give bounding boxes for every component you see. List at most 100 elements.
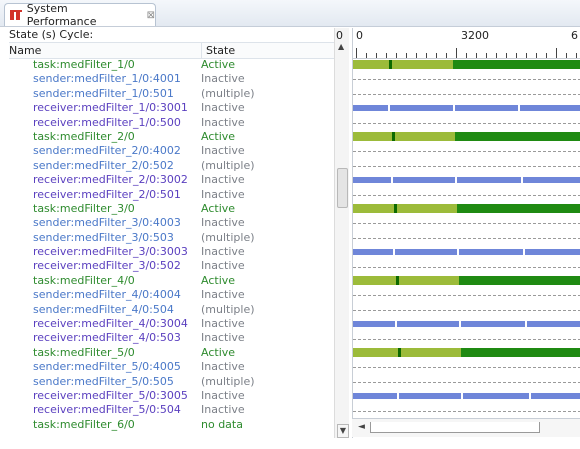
row-state: (multiple): [201, 374, 255, 388]
dashed-line: [353, 266, 580, 268]
row-name: sender:medFilter_1/0:501: [33, 86, 174, 100]
table-row[interactable]: receiver:medFilter_3/0:3003 Inactive: [9, 245, 334, 259]
table-row[interactable]: task:medFilter_4/0 Active: [9, 274, 334, 288]
ruler-label: 6: [571, 29, 578, 42]
table-row[interactable]: receiver:medFilter_2/0:501 Inactive: [9, 188, 334, 202]
view-tab-bar: System Performance ⊠: [0, 0, 580, 28]
table-row[interactable]: sender:medFilter_5/0:4005 Inactive: [9, 360, 334, 374]
row-name: task:medFilter_2/0: [33, 129, 135, 143]
timeline-track: [353, 87, 580, 101]
time-ruler: 0 3200 6: [353, 28, 580, 59]
dashed-line: [353, 237, 580, 239]
horizontal-scrollbar[interactable]: ◄: [352, 418, 580, 437]
timeline-track: [353, 130, 580, 144]
column-header-state[interactable]: State: [201, 43, 235, 58]
table-row[interactable]: task:medFilter_6/0 no data: [9, 418, 334, 432]
timeline-track: [353, 274, 580, 288]
dashed-line: [353, 295, 580, 297]
row-state: Inactive: [201, 115, 245, 129]
horizontal-scroll-track[interactable]: [370, 422, 540, 433]
row-name: task:medFilter_5/0: [33, 345, 135, 359]
scroll-left-icon[interactable]: ◄: [358, 422, 365, 432]
segment-gap: [521, 177, 523, 184]
inactive-segment: [353, 393, 580, 400]
row-state: (multiple): [201, 158, 255, 172]
timeline-track: [353, 288, 580, 302]
table-row[interactable]: receiver:medFilter_1/0:3001 Inactive: [9, 101, 334, 115]
row-state: Active: [201, 58, 236, 71]
segment-gap: [388, 105, 390, 112]
table-row[interactable]: sender:medFilter_4/0:504 (multiple): [9, 303, 334, 317]
table-row[interactable]: task:medFilter_3/0 Active: [9, 202, 334, 216]
scroll-down-icon[interactable]: ▼: [337, 424, 349, 438]
table-row[interactable]: sender:medFilter_4/0:4004 Inactive: [9, 288, 334, 302]
active-segment: [453, 60, 580, 69]
close-icon[interactable]: ⊠: [147, 10, 155, 21]
timeline-track: [353, 317, 580, 331]
table-row[interactable]: sender:medFilter_5/0:505 (multiple): [9, 375, 334, 389]
table-row[interactable]: receiver:medFilter_4/0:503 Inactive: [9, 331, 334, 345]
segment-gap: [461, 393, 463, 400]
table-row[interactable]: task:medFilter_1/0 Active: [9, 58, 334, 72]
segment-gap: [459, 321, 461, 328]
event-marker: [398, 348, 401, 357]
event-marker: [394, 204, 397, 213]
row-state: Inactive: [201, 101, 245, 115]
dashed-line: [353, 93, 580, 95]
row-name: sender:medFilter_1/0:4001: [33, 72, 181, 86]
scroll-up-icon[interactable]: ▲: [338, 42, 344, 51]
row-state: Active: [201, 273, 236, 287]
row-state: Inactive: [201, 403, 245, 417]
inactive-segment: [353, 177, 580, 184]
table-row[interactable]: sender:medFilter_3/0:4003 Inactive: [9, 216, 334, 230]
table-row[interactable]: receiver:medFilter_5/0:3005 Inactive: [9, 389, 334, 403]
active-segment: [353, 348, 461, 357]
timeline-track: [353, 159, 580, 173]
segment-gap: [453, 105, 455, 112]
dashed-line: [353, 122, 580, 124]
row-state: Inactive: [201, 288, 245, 302]
row-state: (multiple): [201, 302, 255, 316]
segment-gap: [529, 393, 531, 400]
table-row[interactable]: task:medFilter_2/0 Active: [9, 130, 334, 144]
row-state: (multiple): [201, 230, 255, 244]
timeline-panel[interactable]: 0 3200 6: [352, 28, 580, 438]
row-state: Inactive: [201, 187, 245, 201]
table-row[interactable]: receiver:medFilter_4/0:3004 Inactive: [9, 317, 334, 331]
tab-system-performance[interactable]: System Performance ⊠: [4, 2, 156, 28]
table-body: task:medFilter_1/0 Active sender:medFilter…: [9, 58, 334, 432]
table-row[interactable]: sender:medFilter_3/0:503 (multiple): [9, 231, 334, 245]
table-row[interactable]: sender:medFilter_1/0:501 (multiple): [9, 87, 334, 101]
row-state: no data: [201, 417, 243, 431]
active-segment: [353, 204, 457, 213]
row-name: receiver:medFilter_2/0:501: [33, 187, 181, 201]
segment-gap: [391, 177, 393, 184]
event-marker: [396, 276, 399, 285]
row-name: sender:medFilter_5/0:505: [33, 374, 174, 388]
row-state: Inactive: [201, 216, 245, 230]
timeline-track: [353, 202, 580, 216]
event-marker: [389, 60, 392, 69]
segment-gap: [457, 249, 459, 256]
table-row[interactable]: sender:medFilter_2/0:4002 Inactive: [9, 144, 334, 158]
segment-gap: [395, 321, 397, 328]
segment-gap: [393, 249, 395, 256]
ruler-tick: [356, 48, 357, 58]
table-row[interactable]: receiver:medFilter_2/0:3002 Inactive: [9, 173, 334, 187]
dashed-line: [353, 381, 580, 383]
table-row[interactable]: sender:medFilter_1/0:4001 Inactive: [9, 72, 334, 86]
active-segment: [461, 348, 580, 357]
scroll-thumb[interactable]: [337, 168, 348, 208]
table-row[interactable]: receiver:medFilter_1/0:500 Inactive: [9, 116, 334, 130]
segment-gap: [397, 393, 399, 400]
row-name: receiver:medFilter_4/0:503: [33, 331, 181, 345]
performance-icon: [10, 10, 22, 20]
table-row[interactable]: task:medFilter_5/0 Active: [9, 346, 334, 360]
table-row[interactable]: receiver:medFilter_5/0:504 Inactive: [9, 403, 334, 417]
vertical-scrollbar[interactable]: ▲ ▼: [334, 28, 349, 438]
dashed-line: [353, 165, 580, 167]
table-row[interactable]: sender:medFilter_2/0:502 (multiple): [9, 159, 334, 173]
column-header-name[interactable]: Name: [9, 43, 41, 58]
table-row[interactable]: receiver:medFilter_3/0:502 Inactive: [9, 259, 334, 273]
row-name: task:medFilter_1/0: [33, 58, 135, 71]
